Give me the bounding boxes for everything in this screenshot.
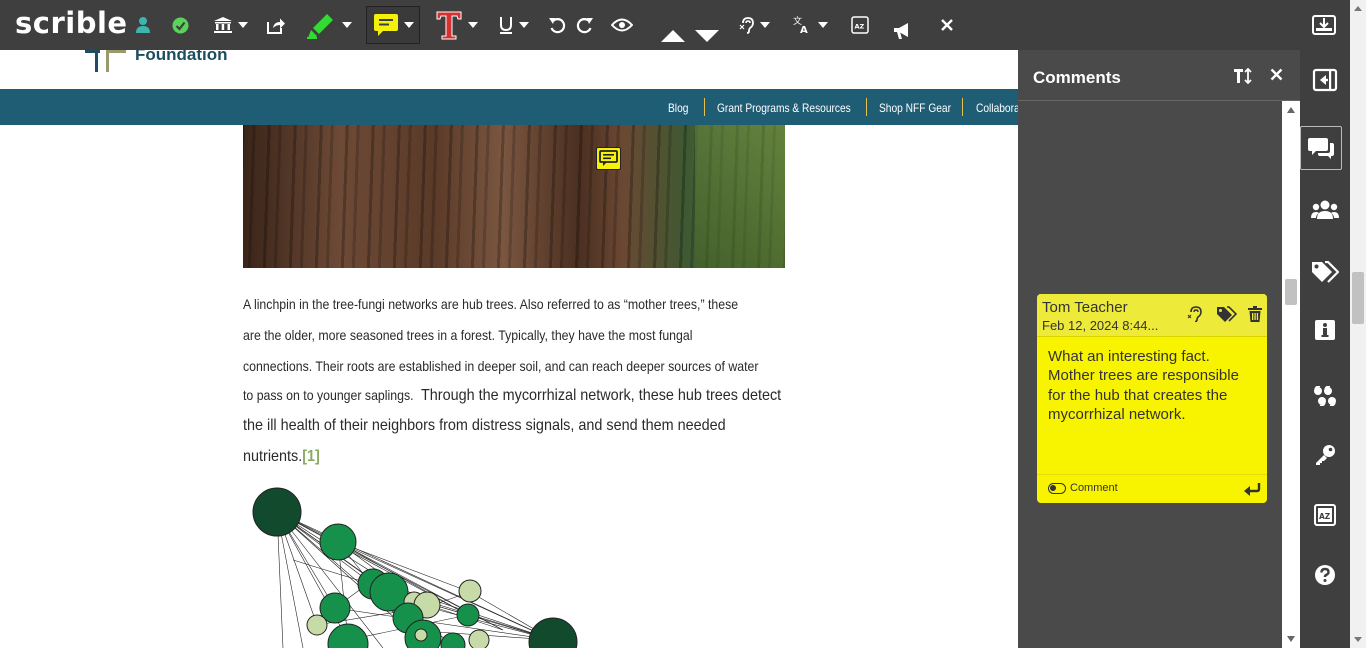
- toolbar-close-icon[interactable]: [936, 0, 958, 50]
- text-color-icon[interactable]: [432, 0, 480, 50]
- comments-panel-close-icon[interactable]: [1270, 68, 1283, 86]
- site-secondary-nav: Blog Grant Programs & Resources Shop NFF…: [0, 89, 1020, 125]
- comments-panel: Comments Tom Teacher Feb 12, 2024 8:44..…: [1018, 50, 1300, 648]
- comment-card-header: Tom Teacher Feb 12, 2024 8:44...: [1037, 294, 1267, 337]
- comment-tool-icon[interactable]: [366, 6, 420, 44]
- comment-author: Tom Teacher: [1042, 299, 1128, 316]
- announcement-icon[interactable]: [890, 0, 916, 50]
- page-scrollbar-thumb[interactable]: [1352, 272, 1364, 324]
- check-icon[interactable]: [170, 0, 190, 50]
- comment-body[interactable]: What an interesting fact. Mother trees a…: [1048, 347, 1258, 425]
- reply-icon[interactable]: [1243, 482, 1261, 501]
- comment-toggle[interactable]: [1048, 483, 1066, 494]
- article-line-2: are the older, more seasoned trees in a …: [243, 327, 693, 343]
- dictionary-panel-icon[interactable]: AZ: [1300, 493, 1350, 537]
- article-line-3: connections. Their roots are established…: [243, 358, 759, 374]
- share-icon[interactable]: [264, 0, 286, 50]
- page-scrollbar[interactable]: [1350, 0, 1366, 648]
- comment-listen-icon[interactable]: [1187, 306, 1203, 327]
- quote-icon[interactable]: [1300, 374, 1350, 418]
- redo-icon[interactable]: [574, 0, 596, 50]
- info-icon[interactable]: [1300, 308, 1350, 352]
- article-line-5: the ill health of their neighbors from d…: [243, 417, 726, 434]
- comment-date: Feb 12, 2024 8:44...: [1042, 318, 1159, 333]
- highlighter-icon[interactable]: [303, 0, 353, 50]
- tags-icon[interactable]: [1300, 250, 1350, 294]
- svg-text:A: A: [800, 25, 808, 34]
- save-icon[interactable]: [1308, 0, 1340, 50]
- comments-icon[interactable]: [1300, 126, 1342, 170]
- comment-card-footer: Comment: [1037, 474, 1267, 503]
- nav-link-grants[interactable]: Grant Programs & Resources: [717, 101, 851, 115]
- svg-text:AZ: AZ: [855, 23, 865, 31]
- comment-card[interactable]: Tom Teacher Feb 12, 2024 8:44... What an…: [1037, 294, 1267, 503]
- users-icon[interactable]: [1300, 188, 1350, 232]
- scrible-logo[interactable]: scrible: [15, 6, 128, 40]
- comments-panel-title: Comments: [1033, 68, 1121, 87]
- collapse-panel-icon[interactable]: [1300, 58, 1350, 102]
- comment-tag-icon[interactable]: [1216, 306, 1238, 328]
- dictionary-icon[interactable]: AZ: [848, 0, 872, 50]
- undo-icon[interactable]: [546, 0, 568, 50]
- underline-icon[interactable]: [494, 0, 532, 50]
- network-diagram-image: [252, 487, 578, 648]
- site-logo-icon: [85, 50, 126, 72]
- arrow-up-icon[interactable]: [658, 0, 688, 50]
- comment-delete-icon[interactable]: [1248, 306, 1262, 328]
- article-line-4: to pass on to younger saplings. Through …: [243, 387, 782, 404]
- app-root: ——————— ——————— —————————— ———————— Foun…: [0, 0, 1366, 648]
- library-icon[interactable]: [210, 0, 250, 50]
- user-icon[interactable]: [132, 0, 154, 50]
- comments-panel-header: Comments: [1018, 50, 1300, 101]
- listen-icon[interactable]: [735, 0, 773, 50]
- comment-marker-icon[interactable]: [596, 147, 621, 170]
- comment-toggle-label: Comment: [1070, 482, 1118, 494]
- article-line-1: A linchpin in the tree-fungi networks ar…: [243, 296, 739, 312]
- help-icon[interactable]: [1300, 553, 1350, 597]
- key-icon[interactable]: [1300, 433, 1350, 477]
- text-size-sort-icon[interactable]: [1233, 67, 1253, 89]
- reference-link[interactable]: [1]: [302, 448, 320, 465]
- nav-link-collaborate[interactable]: Collabora: [976, 101, 1020, 115]
- comments-scrollbar-thumb[interactable]: [1285, 279, 1297, 305]
- side-icon-bar: AZ: [1300, 0, 1350, 648]
- comments-scrollbar[interactable]: [1282, 101, 1300, 648]
- arrow-down-icon[interactable]: [692, 0, 722, 50]
- article-line-6: nutrients.[1]: [243, 448, 320, 465]
- eye-icon[interactable]: [610, 0, 634, 50]
- scrible-toolbar: scrible 文 A AZ: [0, 0, 1350, 50]
- nav-link-shop[interactable]: Shop NFF Gear: [879, 101, 951, 115]
- svg-text:AZ: AZ: [1319, 512, 1331, 521]
- nav-link-blog[interactable]: Blog: [668, 101, 688, 115]
- translate-icon[interactable]: 文A: [790, 0, 830, 50]
